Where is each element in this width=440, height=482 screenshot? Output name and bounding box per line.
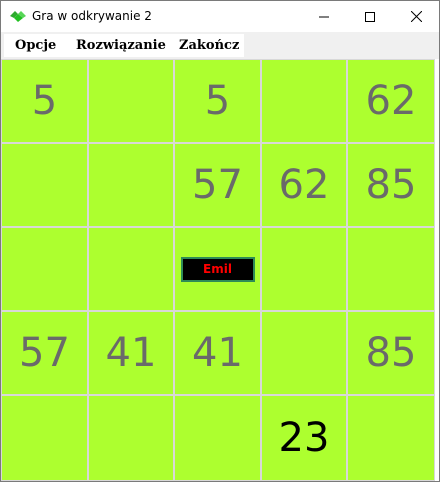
- player-name-label: Emil: [180, 256, 255, 282]
- board-cell[interactable]: [88, 59, 174, 143]
- board-cell[interactable]: 5: [1, 59, 88, 143]
- cell-number: 85: [365, 162, 417, 208]
- board-cell[interactable]: [1, 143, 88, 227]
- board-cell[interactable]: 85: [347, 143, 435, 227]
- board-cell[interactable]: [261, 227, 347, 311]
- cell-number: 57: [192, 162, 243, 208]
- menu-zakoncz[interactable]: Zakończ: [179, 38, 239, 53]
- menu-rozwiazanie[interactable]: Rozwiązanie: [76, 38, 166, 53]
- close-button[interactable]: [393, 1, 439, 32]
- close-icon: [410, 11, 422, 22]
- cell-number: 23: [278, 415, 330, 461]
- board-cell[interactable]: 23: [261, 395, 347, 481]
- board-cell[interactable]: 41: [174, 311, 261, 395]
- board-cell[interactable]: [261, 59, 347, 143]
- board-cell[interactable]: [1, 395, 88, 481]
- board-cell[interactable]: [88, 395, 174, 481]
- cell-number: 85: [365, 330, 417, 376]
- window-title: Gra w odkrywanie 2: [32, 9, 152, 23]
- maximize-button[interactable]: [347, 1, 393, 32]
- maximize-icon: [365, 11, 375, 22]
- title-bar[interactable]: Gra w odkrywanie 2: [1, 1, 439, 32]
- cell-number: 5: [204, 78, 231, 124]
- board-cell[interactable]: [174, 395, 261, 481]
- board-cell[interactable]: Emil: [174, 227, 261, 311]
- menu-bar: Opcje Rozwiązanie Zakończ: [1, 32, 439, 59]
- game-board: 5 5 62 57 62 85 Emil 57 41 41 85 23: [1, 59, 435, 481]
- cell-number: 41: [105, 330, 157, 376]
- board-cell[interactable]: 57: [174, 143, 261, 227]
- board-cell[interactable]: [88, 227, 174, 311]
- board-cell[interactable]: 57: [1, 311, 88, 395]
- board-cell[interactable]: [347, 395, 435, 481]
- cell-number: 5: [31, 78, 58, 124]
- menu-opcje[interactable]: Opcje: [15, 38, 56, 53]
- board-cell[interactable]: 85: [347, 311, 435, 395]
- board-cell[interactable]: 62: [347, 59, 435, 143]
- board-cell[interactable]: [261, 311, 347, 395]
- board-cell[interactable]: 41: [88, 311, 174, 395]
- board-cell[interactable]: [88, 143, 174, 227]
- cell-number: 62: [365, 78, 417, 124]
- cell-number: 41: [192, 330, 243, 376]
- board-cell[interactable]: [1, 227, 88, 311]
- minimize-button[interactable]: [301, 1, 347, 32]
- cell-number: 57: [19, 330, 70, 376]
- board-cell[interactable]: 5: [174, 59, 261, 143]
- board-cell[interactable]: 62: [261, 143, 347, 227]
- game-app-icon: [9, 8, 27, 24]
- board-cell[interactable]: [347, 227, 435, 311]
- cell-number: 62: [278, 162, 330, 208]
- minimize-icon: [319, 16, 329, 17]
- game-window: Gra w odkrywanie 2 Opcje Rozwiązanie Zak…: [0, 0, 440, 482]
